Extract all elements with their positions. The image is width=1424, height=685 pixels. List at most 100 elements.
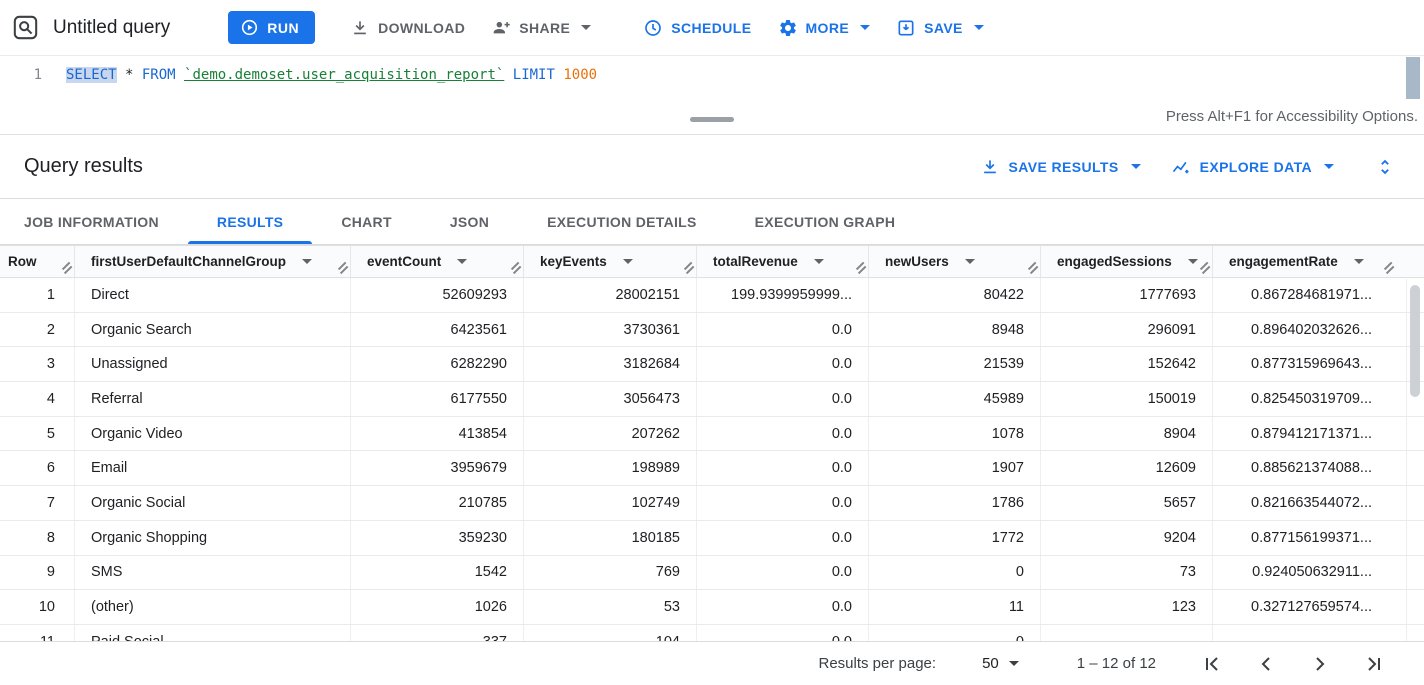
cell-engagedsessions: 1777693 [1041,278,1213,312]
table-row: 2Organic Search642356137303610.089482960… [0,313,1424,348]
tab-json[interactable]: JSON [421,199,518,244]
page-size-select[interactable]: 50 [982,655,1019,672]
results-tabs: JOB INFORMATIONRESULTSCHARTJSONEXECUTION… [0,199,1424,245]
column-resize-handle[interactable] [61,262,72,273]
cell-engagedsessions: 296091 [1041,313,1213,347]
tab-job-information[interactable]: JOB INFORMATION [0,199,188,244]
cell-totalrevenue: 0.0 [697,486,869,520]
tab-chart[interactable]: CHART [312,199,421,244]
cell-keyevents: 3182684 [524,347,697,381]
cell-engagementrate: 0.825450319709... [1213,382,1424,416]
cell-firstuserdefaultchannelgroup: Paid Social [75,625,351,641]
cell-eventcount: 1542 [351,556,524,590]
previous-page-button[interactable] [1254,652,1278,676]
download-label: DOWNLOAD [378,20,465,36]
cell-newusers: 0 [869,625,1041,641]
column-header-keyevents[interactable]: keyEvents [524,246,697,277]
row-number: 8 [0,521,75,555]
cell-engagedsessions: 5657 [1041,486,1213,520]
sql-token-plain: * [117,67,142,83]
results-table: RowfirstUserDefaultChannelGroupeventCoun… [0,245,1424,641]
tab-execution-details[interactable]: EXECUTION DETAILS [518,199,726,244]
chevron-down-icon [974,25,984,30]
column-label: engagedSessions [1057,254,1172,269]
save-button[interactable]: SAVE [883,10,997,46]
column-resize-handle[interactable] [1199,262,1210,273]
cell-engagementrate: 0.924050632911... [1213,556,1424,590]
cell-keyevents: 28002151 [524,278,697,312]
cell-engagementrate: 0.877156199371... [1213,521,1424,555]
results-actions: SAVE RESULTS EXPLORE DATA [980,152,1400,182]
cell-engagementrate: 0.896402032626... [1213,313,1424,347]
column-resize-handle[interactable] [337,262,348,273]
explore-data-button[interactable]: EXPLORE DATA [1171,157,1334,177]
cell-keyevents: 198989 [524,451,697,485]
schedule-button[interactable]: SCHEDULE [630,10,764,46]
cell-engagementrate: 0.877315969643... [1213,347,1424,381]
tab-execution-graph[interactable]: EXECUTION GRAPH [726,199,925,244]
cell-totalrevenue: 0.0 [697,451,869,485]
more-label: MORE [806,20,850,36]
sort-dropdown-icon[interactable] [965,259,975,264]
column-resize-handle[interactable] [1383,262,1394,273]
panel-drag-handle[interactable] [690,117,734,122]
column-resize-handle[interactable] [510,262,521,273]
column-resize-handle[interactable] [1027,262,1038,273]
cell-engagedsessions: 123 [1041,590,1213,624]
sort-dropdown-icon[interactable] [814,259,824,264]
cell-newusers: 21539 [869,347,1041,381]
table-row: 5Organic Video4138542072620.0107889040.8… [0,417,1424,452]
editor-scrollbar[interactable] [1406,57,1420,99]
row-number: 7 [0,486,75,520]
cell-engagedsessions: 150019 [1041,382,1213,416]
accessibility-hint: Press Alt+F1 for Accessibility Options. [1166,108,1418,125]
column-resize-handle[interactable] [855,262,866,273]
table-scrollbar-thumb[interactable] [1410,285,1420,397]
chevron-down-icon [1324,164,1334,169]
sort-dropdown-icon[interactable] [1354,259,1364,264]
sql-token-number: 1000 [563,67,597,83]
tab-results[interactable]: RESULTS [188,199,312,244]
column-resize-handle[interactable] [683,262,694,273]
column-header-firstuserdefaultchannelgroup[interactable]: firstUserDefaultChannelGroup [75,246,351,277]
last-page-button[interactable] [1362,652,1386,676]
pager-controls [1200,652,1386,676]
sql-token-keyword-selected: SELECT [66,67,117,83]
sql-editor[interactable]: 1 SELECT * FROM `demo.demoset.user_acqui… [0,56,1424,104]
cell-eventcount: 413854 [351,417,524,451]
first-page-button[interactable] [1200,652,1224,676]
sort-dropdown-icon[interactable] [1188,259,1198,264]
sort-dropdown-icon[interactable] [457,259,467,264]
column-label: totalRevenue [713,254,798,269]
sql-code-line[interactable]: SELECT * FROM `demo.demoset.user_acquisi… [66,65,597,104]
expand-collapse-button[interactable] [1370,152,1400,182]
sort-dropdown-icon[interactable] [302,259,312,264]
cell-eventcount: 337 [351,625,524,641]
run-button[interactable]: RUN [228,11,315,44]
table-row: 3Unassigned628229031826840.0215391526420… [0,347,1424,382]
table-row: 1Direct5260929328002151199.9399959999...… [0,278,1424,313]
query-results-header: Query results SAVE RESULTS EXPLORE DATA [0,135,1424,199]
cell-newusers: 80422 [869,278,1041,312]
more-button[interactable]: MORE [765,10,884,46]
cell-totalrevenue: 0.0 [697,347,869,381]
cell-engagementrate [1213,625,1424,641]
column-header-engagementrate[interactable]: engagementRate [1213,246,1424,277]
column-header-newusers[interactable]: newUsers [869,246,1041,277]
table-row: 9SMS15427690.00730.924050632911... [0,556,1424,591]
table-scrollbar-track[interactable] [1406,279,1424,641]
next-page-button[interactable] [1308,652,1332,676]
sort-dropdown-icon[interactable] [623,259,633,264]
cell-firstuserdefaultchannelgroup: Organic Search [75,313,351,347]
page-size-value: 50 [982,655,999,672]
column-header-totalrevenue[interactable]: totalRevenue [697,246,869,277]
save-results-button[interactable]: SAVE RESULTS [980,157,1141,177]
cell-keyevents: 3056473 [524,382,697,416]
sql-token-table-link[interactable]: `demo.demoset.user_acquisition_report` [184,67,504,83]
download-button[interactable]: DOWNLOAD [337,10,478,46]
column-header-engagedsessions[interactable]: engagedSessions [1041,246,1213,277]
column-header-eventcount[interactable]: eventCount [351,246,524,277]
column-header-row: Row [0,246,75,277]
share-button[interactable]: SHARE [478,10,604,46]
sql-token-plain [504,67,512,83]
